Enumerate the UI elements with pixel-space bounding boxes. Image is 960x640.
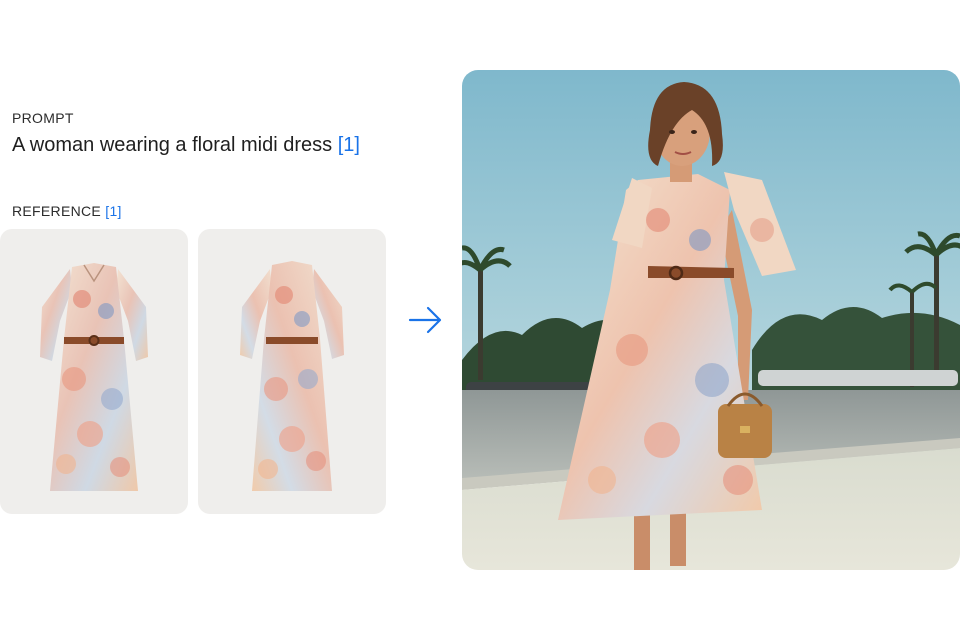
prompt-text-row: A woman wearing a floral midi dress [1]: [12, 134, 360, 157]
dress-back-photo: [240, 261, 344, 491]
prompt-reference-result-panel: PROMPT A woman wearing a floral midi dre…: [0, 0, 960, 640]
reference-image-back[interactable]: [198, 229, 386, 514]
woman-in-floral-dress-photo: [462, 70, 960, 570]
dress-front-photo: [40, 263, 148, 491]
arrow-right-icon: [404, 300, 448, 340]
reference-ref-tag: [1]: [105, 203, 122, 219]
prompt-ref-tag: [1]: [337, 134, 360, 156]
reference-image-front[interactable]: [0, 229, 188, 514]
reference-label: REFERENCE: [12, 203, 102, 219]
generated-result-image[interactable]: [462, 70, 960, 570]
reference-label-row: REFERENCE [1]: [12, 203, 122, 219]
prompt-label: PROMPT: [12, 110, 74, 126]
prompt-text: A woman wearing a floral midi dress: [12, 134, 333, 156]
